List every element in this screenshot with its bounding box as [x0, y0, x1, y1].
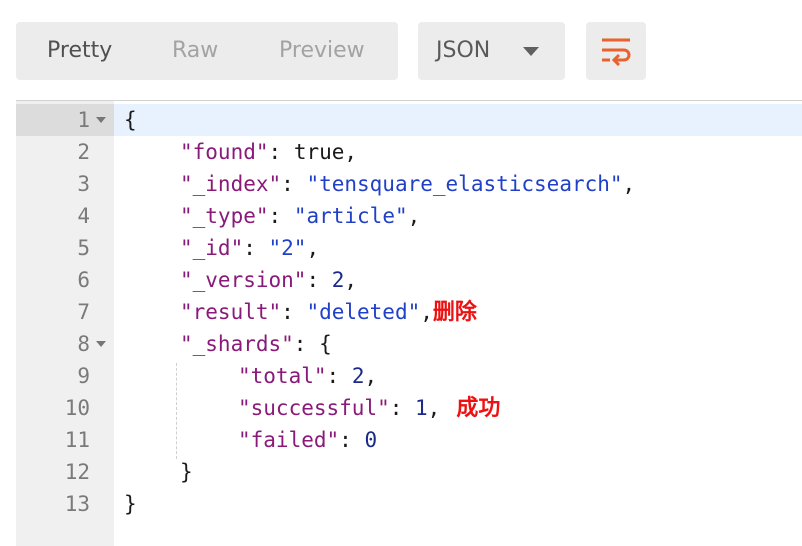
- code-line-13: }: [124, 488, 137, 520]
- code-line-8: "_shards": {: [180, 328, 332, 360]
- json-colon: :: [243, 236, 269, 260]
- json-value: "tensquare_elasticsearch": [306, 172, 623, 196]
- tab-pretty[interactable]: Pretty: [47, 22, 112, 80]
- json-colon: :: [306, 268, 332, 292]
- tab-raw[interactable]: Raw: [172, 22, 218, 80]
- code-line-10: "successful": 1, 成功: [238, 392, 500, 424]
- code-line-12: }: [180, 456, 193, 488]
- format-select[interactable]: JSON: [418, 22, 565, 80]
- code-line-6: "_version": 2,: [180, 264, 357, 296]
- json-value: 2: [351, 364, 365, 388]
- json-value: 1: [415, 396, 428, 420]
- line-number: 8: [77, 332, 90, 356]
- json-comma: ,: [344, 140, 358, 164]
- line-number: 2: [77, 140, 90, 164]
- json-colon: :: [268, 204, 294, 228]
- json-key: "_version": [180, 268, 307, 292]
- json-value: true: [293, 140, 345, 164]
- line-number: 13: [64, 492, 90, 516]
- json-comma: ,: [306, 236, 320, 260]
- code-line-4: "_type": "article",: [180, 200, 420, 232]
- json-colon: :: [326, 364, 352, 388]
- json-colon: :: [339, 428, 365, 452]
- line-number: 6: [77, 268, 90, 292]
- json-value: 0: [364, 428, 378, 452]
- response-toolbar: Pretty Raw Preview JSON: [16, 22, 802, 80]
- json-value: 2: [331, 268, 345, 292]
- fold-caret-icon[interactable]: [96, 117, 106, 123]
- json-colon: :: [281, 172, 307, 196]
- json-key: "_id": [180, 236, 244, 260]
- brace-close: }: [124, 492, 137, 516]
- line-number: 5: [77, 236, 90, 260]
- json-value: "deleted": [306, 300, 421, 324]
- wrap-lines-button[interactable]: [586, 22, 646, 80]
- json-key: "_index": [180, 172, 282, 196]
- code-line-1: {: [124, 104, 137, 136]
- json-key: "successful": [238, 396, 390, 420]
- json-value: "2": [268, 236, 307, 260]
- json-value: "article": [293, 204, 408, 228]
- line-number: 12: [64, 460, 90, 484]
- line-number: 3: [77, 172, 90, 196]
- json-key: "_type": [180, 204, 269, 228]
- wrap-lines-icon: [602, 38, 631, 66]
- indent-guide: [176, 363, 177, 459]
- line-number: 1: [77, 108, 90, 132]
- json-comma: ,: [427, 396, 441, 420]
- json-key: "found": [180, 140, 269, 164]
- annotation-deleted: 删除: [432, 300, 477, 325]
- json-comma: ,: [344, 268, 358, 292]
- line-number: 4: [77, 204, 90, 228]
- code-area[interactable]: { "found": true, "_index": "tensquare_el…: [114, 100, 802, 546]
- json-key: "failed": [238, 428, 340, 452]
- active-line-highlight: [114, 104, 802, 136]
- code-line-3: "_index": "tensquare_elasticsearch",: [180, 168, 635, 200]
- line-number: 11: [64, 428, 90, 452]
- code-line-11: "failed": 0: [238, 424, 377, 456]
- view-mode-tabs: Pretty Raw Preview: [16, 22, 398, 80]
- chevron-down-icon: [523, 47, 539, 56]
- json-comma: ,: [622, 172, 636, 196]
- code-line-7: "result": "deleted",删除: [180, 296, 477, 328]
- json-comma: ,: [407, 204, 421, 228]
- line-number-gutter: 1 2 3 4 5 6 7 8 9 10 11 12 13: [16, 100, 114, 546]
- code-line-2: "found": true,: [180, 136, 357, 168]
- line-number: 9: [77, 364, 90, 388]
- json-colon: :: [268, 140, 294, 164]
- format-select-value: JSON: [436, 38, 491, 63]
- line-number: 10: [64, 396, 90, 420]
- code-line-9: "total": 2,: [238, 360, 377, 392]
- tab-preview[interactable]: Preview: [279, 22, 365, 80]
- brace-close: }: [180, 460, 193, 484]
- brace-open: {: [319, 332, 332, 356]
- json-key: "total": [238, 364, 327, 388]
- json-colon: :: [281, 300, 307, 324]
- brace-open: {: [124, 108, 137, 132]
- json-comma: ,: [420, 300, 433, 324]
- annotation-success: 成功: [456, 396, 501, 421]
- json-key: "result": [180, 300, 282, 324]
- json-key: "_shards": [180, 332, 294, 356]
- fold-caret-icon[interactable]: [96, 341, 106, 347]
- response-body-editor[interactable]: 1 2 3 4 5 6 7 8 9 10 11 12 13 { "found":…: [16, 100, 802, 546]
- json-colon: :: [293, 332, 320, 356]
- code-line-5: "_id": "2",: [180, 232, 319, 264]
- line-number: 7: [77, 300, 90, 324]
- json-colon: :: [389, 396, 416, 420]
- json-comma: ,: [364, 364, 378, 388]
